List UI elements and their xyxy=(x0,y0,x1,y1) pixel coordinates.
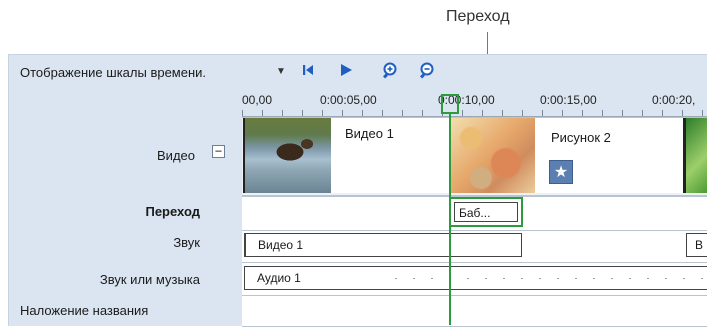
time-ruler[interactable]: 00,00 0:00:05,00 0:00:10,00 0:00:15,00 0… xyxy=(242,90,707,117)
playhead-line xyxy=(449,114,451,325)
ruler-label: 0:00:15,00 xyxy=(540,93,597,107)
transition-clip-label: Баб... xyxy=(454,202,518,222)
playhead-handle[interactable] xyxy=(441,94,459,114)
collapse-toggle-button[interactable]: − xyxy=(212,145,225,158)
ruler-label: 00,00 xyxy=(242,93,273,107)
ruler-label: 0:00:20, xyxy=(652,93,696,107)
zoom-in-icon[interactable] xyxy=(381,61,399,84)
track-label-music: Звук или музыка xyxy=(99,272,200,287)
picture-clip-2[interactable]: Рисунок 2 ★ xyxy=(449,118,685,193)
ruler-label: 0:00:05,00 xyxy=(320,93,377,107)
track-label-sound: Звук xyxy=(173,235,200,250)
skip-back-icon[interactable] xyxy=(300,62,316,83)
sound-clip-1[interactable]: Видео 1 xyxy=(244,233,522,257)
zoom-out-icon[interactable] xyxy=(418,61,436,84)
ruler-ticks xyxy=(242,110,707,116)
timeline-view-button[interactable]: Отображение шкалы времени. xyxy=(20,65,206,80)
audio-clip-1[interactable]: Аудио 1 xyxy=(244,266,707,290)
track-label-overlay: Наложение названия xyxy=(20,303,149,318)
sound-clip-2[interactable]: В xyxy=(686,233,707,257)
track-label-video: Видео xyxy=(157,148,195,163)
transition-clip[interactable]: Баб... xyxy=(449,197,523,227)
video-clip-1[interactable]: Видео 1 xyxy=(243,118,451,193)
clip-thumbnail xyxy=(245,118,331,193)
play-icon[interactable] xyxy=(338,62,354,83)
audio-waveform xyxy=(395,278,707,279)
clip-thumbnail xyxy=(451,118,535,193)
clip-label: Рисунок 2 xyxy=(551,130,611,145)
star-icon: ★ xyxy=(549,160,573,184)
transition-callout-label: Переход xyxy=(446,8,510,25)
clip-label: Видео 1 xyxy=(345,126,394,141)
video-clip-3[interactable] xyxy=(684,118,707,193)
overlay-track[interactable] xyxy=(242,295,707,327)
track-label-transition: Переход xyxy=(145,204,200,219)
audio-clip-label: Аудио 1 xyxy=(257,271,301,285)
dropdown-icon[interactable]: ▼ xyxy=(276,66,286,77)
